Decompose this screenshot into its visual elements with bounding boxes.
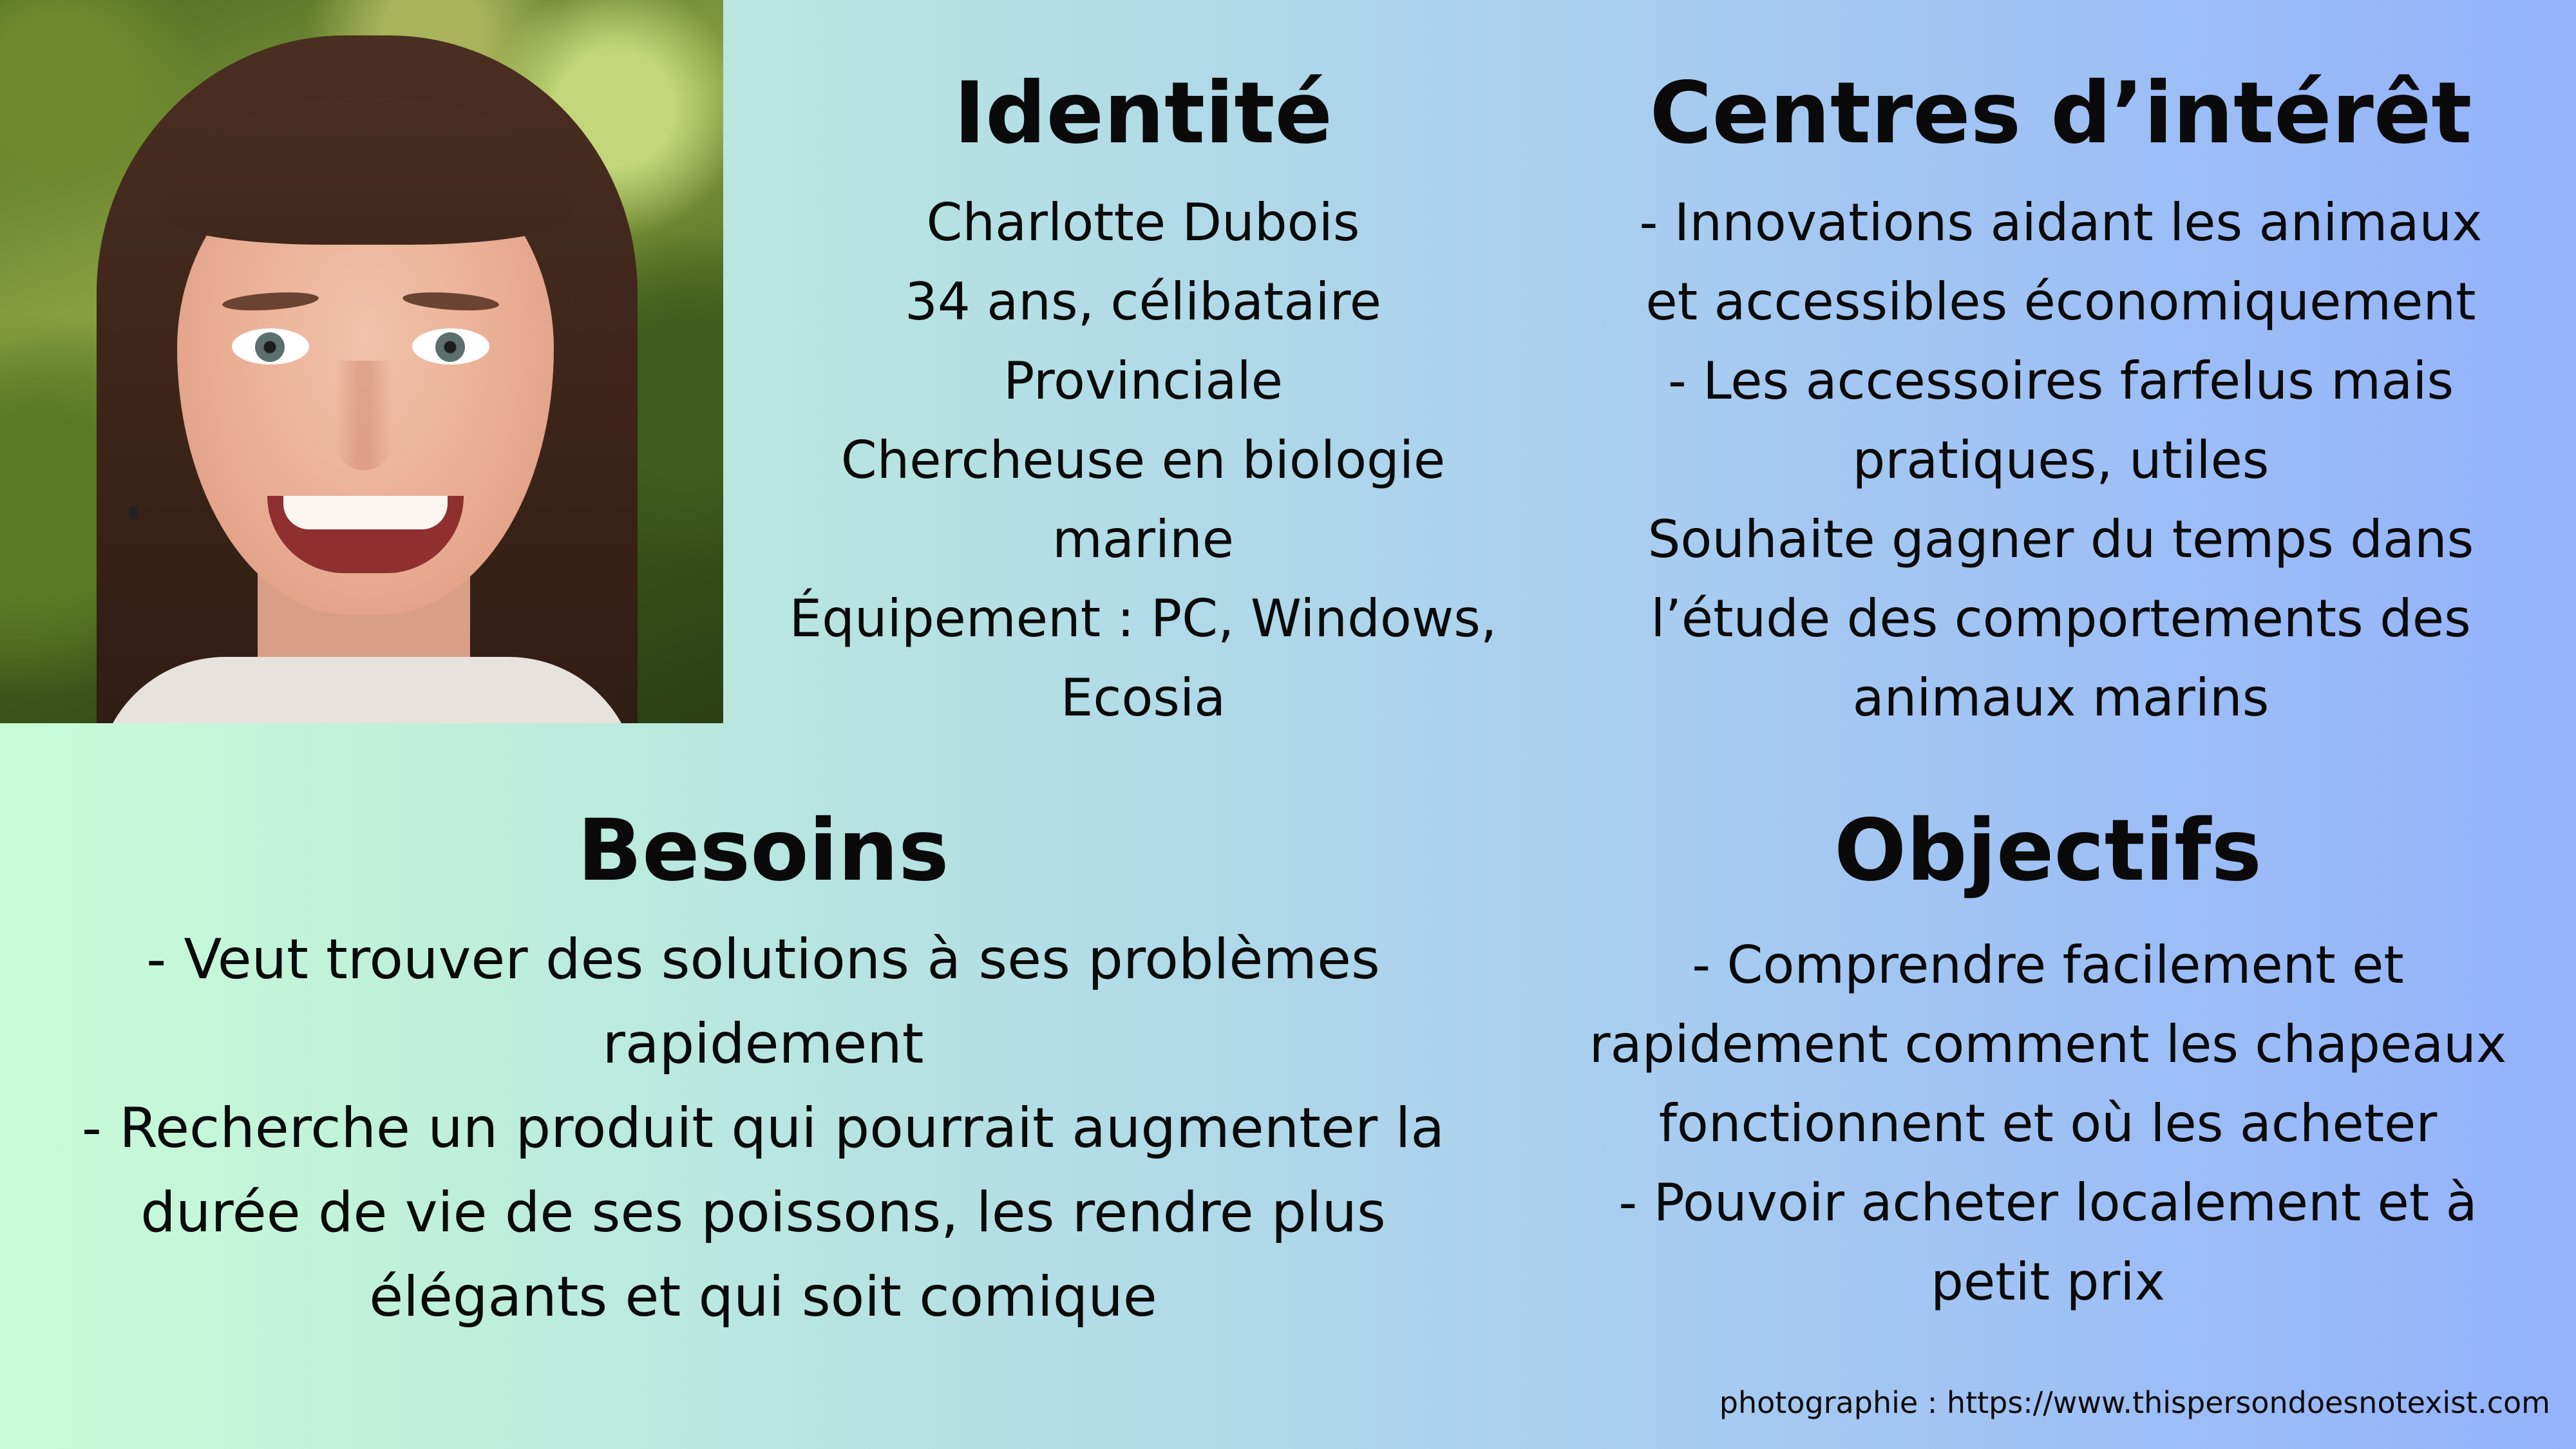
centres-interet-line: animaux marins: [1852, 668, 2269, 728]
centres-interet-line: et accessibles économiquement: [1645, 272, 2476, 332]
identite-line: Ecosia: [1060, 668, 1226, 728]
besoins-heading: Besoins: [577, 801, 949, 900]
objectifs-line: rapidement comment les chapeaux: [1589, 1014, 2507, 1074]
objectifs-line: fonctionnent et où les acheter: [1658, 1094, 2438, 1153]
centres-interet-line: - Innovations aidant les animaux: [1639, 193, 2483, 252]
portrait-earring: [129, 506, 138, 520]
besoins-line: - Veut trouver des solutions à ses probl…: [146, 927, 1380, 992]
photo-credit: photographie : https://www.thispersondoe…: [1719, 1385, 2550, 1420]
portrait-nose: [335, 361, 393, 470]
portrait-shirt: [97, 657, 638, 723]
centres-interet-heading: Centres d’intérêt: [1649, 64, 2472, 163]
portrait-right-eye: [412, 328, 489, 365]
besoins-line: - Recherche un produit qui pourrait augm…: [81, 1096, 1445, 1160]
identite-heading: Identité: [953, 64, 1333, 163]
centres-interet-section: Centres d’intérêt - Innovations aidant l…: [1558, 71, 2563, 737]
centres-interet-lines: - Innovations aidant les animaux et acce…: [1558, 183, 2563, 737]
centres-interet-line: l’étude des comportements des: [1651, 589, 2471, 649]
objectifs-lines: - Comprendre facilement et rapidement co…: [1546, 925, 2550, 1321]
besoins-line: rapidement: [602, 1012, 924, 1076]
portrait-left-eye: [232, 328, 309, 365]
identite-line: Provinciale: [1003, 351, 1283, 411]
objectifs-line: - Pouvoir acheter localement et à: [1618, 1173, 2477, 1233]
identite-line: Charlotte Dubois: [926, 193, 1360, 252]
objectifs-heading: Objectifs: [1833, 801, 2262, 900]
besoins-line: élégants et qui soit comique: [369, 1265, 1157, 1329]
centres-interet-line: Souhaite gagner du temps dans: [1647, 509, 2474, 569]
besoins-section: Besoins - Veut trouver des solutions à s…: [26, 808, 1501, 1340]
identite-line: Équipement : PC, Windows,: [789, 589, 1497, 649]
identite-section: Identité Charlotte Dubois 34 ans, céliba…: [760, 71, 1526, 737]
identite-line: Chercheuse en biologie: [840, 430, 1446, 490]
objectifs-line: - Comprendre facilement et: [1692, 935, 2404, 995]
identite-lines: Charlotte Dubois 34 ans, célibataire Pro…: [760, 183, 1526, 737]
objectifs-section: Objectifs - Comprendre facilement et rap…: [1546, 808, 2550, 1321]
objectifs-line: petit prix: [1931, 1252, 2165, 1312]
persona-portrait-photo: [0, 0, 723, 723]
identite-line: marine: [1052, 509, 1234, 569]
centres-interet-line: - Les accessoires farfelus mais: [1667, 351, 2454, 411]
persona-slide: Identité Charlotte Dubois 34 ans, céliba…: [0, 0, 2576, 1449]
besoins-line: durée de vie de ses poissons, les rendre…: [140, 1180, 1386, 1245]
besoins-lines: - Veut trouver des solutions à ses probl…: [26, 918, 1501, 1340]
identite-line: 34 ans, célibataire: [905, 272, 1381, 332]
centres-interet-line: pratiques, utiles: [1852, 430, 2269, 490]
